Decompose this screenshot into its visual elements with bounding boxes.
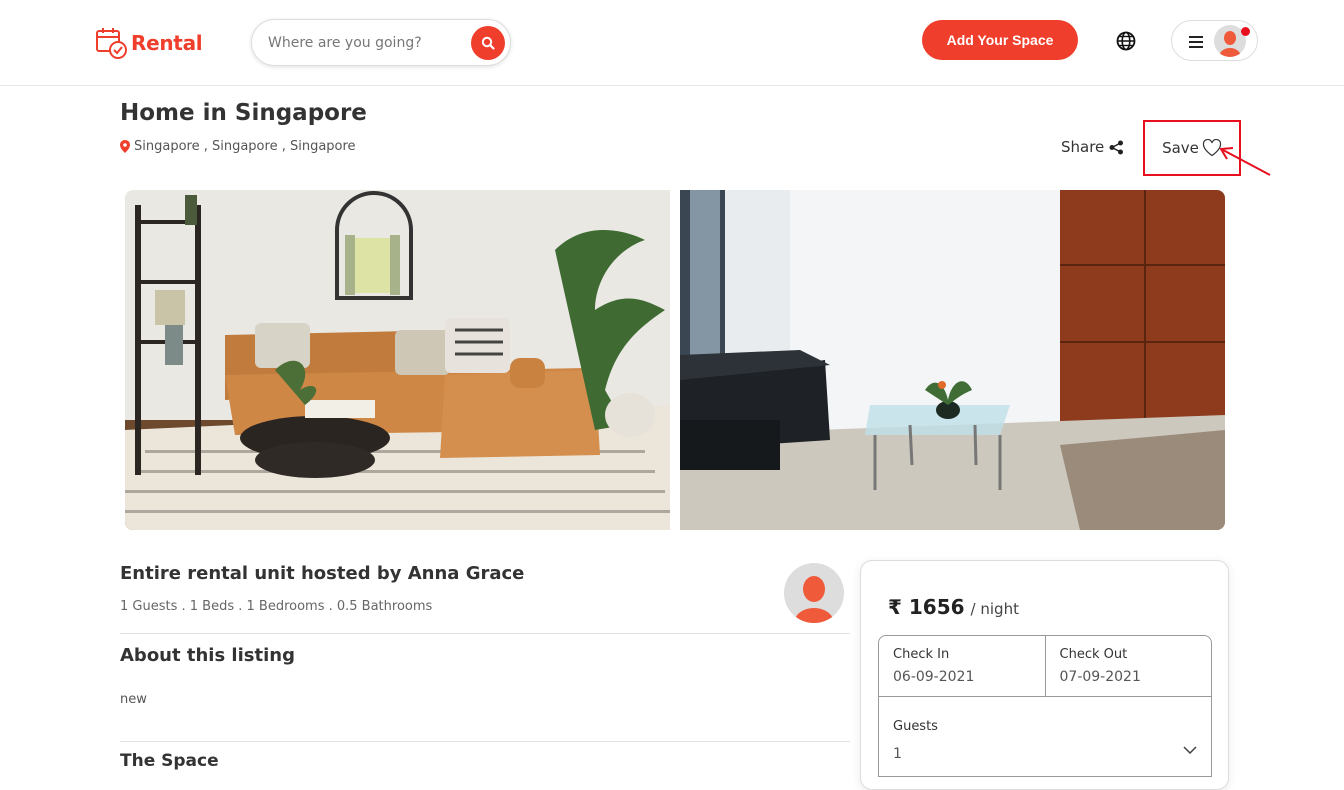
check-in-field[interactable]: Check In 06-09-2021 <box>879 636 1045 696</box>
listing-location: Singapore , Singapore , Singapore <box>120 139 356 154</box>
location-text: Singapore , Singapore , Singapore <box>134 139 356 154</box>
guests-select[interactable]: Guests 1 <box>878 697 1212 777</box>
date-picker: Check In 06-09-2021 Check Out 07-09-2021 <box>878 635 1212 697</box>
listing-photo-1[interactable] <box>125 190 670 530</box>
listing-photo-2[interactable] <box>680 190 1225 530</box>
search-button[interactable] <box>471 26 505 60</box>
guests-label: Guests <box>893 719 938 734</box>
notification-dot <box>1241 27 1250 36</box>
calendar-check-icon <box>96 28 127 59</box>
logo-text: Rental <box>131 31 203 55</box>
check-out-field[interactable]: Check Out 07-09-2021 <box>1044 636 1212 696</box>
user-menu-button[interactable] <box>1171 20 1258 61</box>
price: ₹ 1656 / night <box>888 595 1019 619</box>
price-value: ₹ 1656 <box>888 595 965 619</box>
check-in-value: 06-09-2021 <box>893 669 975 685</box>
listing-details: 1 Guests . 1 Beds . 1 Bedrooms . 0.5 Bat… <box>120 599 433 614</box>
about-title: About this listing <box>120 645 295 666</box>
host-avatar[interactable] <box>784 563 844 623</box>
host-title: Entire rental unit hosted by Anna Grace <box>120 563 525 584</box>
map-pin-icon <box>120 140 130 153</box>
hamburger-icon <box>1189 36 1203 48</box>
search-input[interactable] <box>268 32 468 54</box>
listing-title: Home in Singapore <box>120 100 367 126</box>
add-your-space-button[interactable]: Add Your Space <box>922 20 1078 60</box>
save-label: Save <box>1162 139 1199 157</box>
globe-icon[interactable] <box>1116 31 1136 51</box>
about-text: new <box>120 692 147 707</box>
check-out-value: 07-09-2021 <box>1059 669 1141 685</box>
booking-card: ₹ 1656 / night Check In 06-09-2021 Check… <box>860 560 1229 790</box>
check-out-label: Check Out <box>1059 647 1128 662</box>
header: Rental Add Your Space <box>0 0 1344 86</box>
space-title: The Space <box>120 751 219 771</box>
divider <box>120 633 850 634</box>
logo[interactable]: Rental <box>95 26 203 60</box>
divider <box>120 741 850 742</box>
price-unit: / night <box>970 600 1019 618</box>
search-bar <box>251 19 511 66</box>
share-label: Share <box>1061 138 1105 156</box>
guests-value: 1 <box>893 746 902 762</box>
chevron-down-icon <box>1183 746 1197 754</box>
annotation-arrow-icon <box>1219 147 1271 176</box>
check-in-label: Check In <box>893 647 950 662</box>
search-icon <box>481 36 495 50</box>
share-button[interactable]: Share <box>1061 138 1124 156</box>
share-icon <box>1109 140 1124 154</box>
